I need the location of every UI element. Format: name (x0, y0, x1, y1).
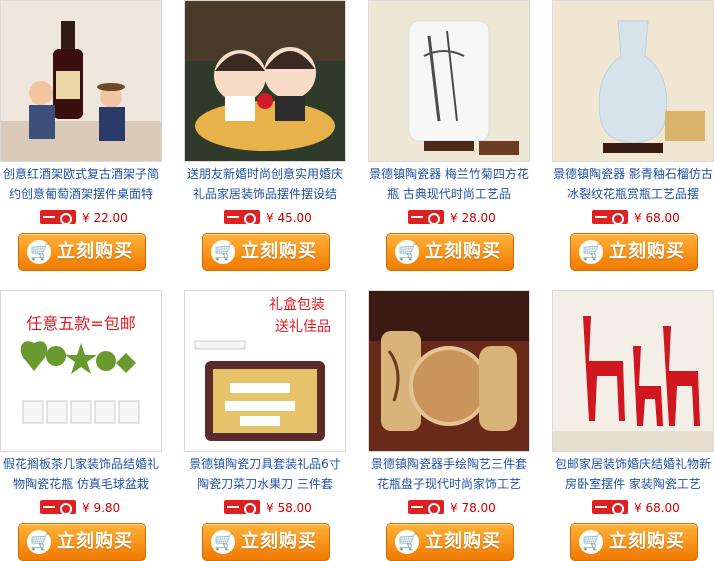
product-price: ¥ 68.00 (634, 501, 680, 515)
product-image[interactable] (368, 0, 530, 162)
promo-text: 任意五款=包邮 (26, 314, 135, 333)
price-row: ¥ 45.00 (184, 209, 346, 227)
buy-now-button[interactable]: 立刻购买 (202, 233, 330, 271)
product-card: 送朋友新婚时尚创意实用婚庆礼品家居装饰品摆件摆设结 ¥ 45.00 立刻购买 (184, 0, 346, 271)
cart-icon (395, 530, 419, 554)
cart-icon (579, 530, 603, 554)
product-image[interactable] (368, 290, 530, 452)
buy-now-button[interactable]: 立刻购买 (570, 233, 698, 271)
product-price: ¥ 22.00 (82, 211, 128, 225)
product-price: ¥ 45.00 (266, 211, 312, 225)
product-title[interactable]: 景德镇陶瓷器 梅兰竹菊四方花瓶 古典现代时尚工艺品 (368, 164, 530, 204)
price-tag-icon (592, 210, 628, 225)
cart-icon (27, 530, 51, 554)
product-card: 礼盒包装 送礼佳品 景德镇陶瓷刀具套装礼品6寸陶瓷刀菜刀水果刀 三件套 ¥ 58… (184, 290, 346, 561)
cart-icon (211, 240, 235, 264)
buy-now-button[interactable]: 立刻购买 (18, 233, 146, 271)
product-image[interactable] (184, 0, 346, 162)
buy-now-label: 立刻购买 (57, 241, 133, 262)
buy-now-label: 立刻购买 (609, 531, 685, 552)
price-row: ¥ 68.00 (552, 499, 714, 517)
price-tag-icon (592, 500, 628, 515)
buy-now-label: 立刻购买 (425, 241, 501, 262)
product-grid: 创意红酒架欧式复古酒架子简约创意葡萄酒架摆件桌面特 ¥ 22.00 立刻购买 (0, 0, 714, 561)
price-tag-icon (40, 210, 76, 225)
product-title[interactable]: 包邮家居装饰婚庆结婚礼物新房卧室摆件 家装陶瓷工艺 (552, 454, 714, 494)
product-image[interactable] (552, 290, 714, 452)
cart-icon (211, 530, 235, 554)
product-card: 任意五款=包邮 假花搁板茶几家装饰品结婚礼物陶瓷花瓶 仿真毛球盆栽 ¥ 9.80… (0, 290, 162, 561)
buy-now-label: 立刻购买 (57, 531, 133, 552)
price-tag-icon (408, 210, 444, 225)
product-title[interactable]: 景德镇陶瓷刀具套装礼品6寸陶瓷刀菜刀水果刀 三件套 (184, 454, 346, 494)
product-title[interactable]: 景德镇陶瓷器手绘陶艺三件套花瓶盘子现代时尚家饰工艺 (368, 454, 530, 494)
gift-text-line2: 送礼佳品 (275, 319, 331, 335)
product-image[interactable] (0, 0, 162, 162)
price-row: ¥ 22.00 (0, 209, 162, 227)
cart-icon (395, 240, 419, 264)
buy-now-label: 立刻购买 (425, 531, 501, 552)
buy-now-label: 立刻购买 (241, 241, 317, 262)
price-tag-icon (408, 500, 444, 515)
cart-icon (579, 240, 603, 264)
product-price: ¥ 28.00 (450, 211, 496, 225)
price-row: ¥ 28.00 (368, 209, 530, 227)
buy-now-button[interactable]: 立刻购买 (570, 523, 698, 561)
gift-text-line1: 礼盒包装 (269, 296, 325, 313)
buy-now-label: 立刻购买 (241, 531, 317, 552)
product-title[interactable]: 创意红酒架欧式复古酒架子简约创意葡萄酒架摆件桌面特 (0, 164, 162, 204)
product-image[interactable] (552, 0, 714, 162)
product-card: 创意红酒架欧式复古酒架子简约创意葡萄酒架摆件桌面特 ¥ 22.00 立刻购买 (0, 0, 162, 271)
price-row: ¥ 68.00 (552, 209, 714, 227)
buy-now-button[interactable]: 立刻购买 (386, 523, 514, 561)
product-image[interactable]: 任意五款=包邮 (0, 290, 162, 452)
price-row: ¥ 58.00 (184, 499, 346, 517)
product-card: 景德镇陶瓷器 梅兰竹菊四方花瓶 古典现代时尚工艺品 ¥ 28.00 立刻购买 (368, 0, 530, 271)
product-title[interactable]: 景德镇陶瓷器 影青釉石榴仿古冰裂纹花瓶赏瓶工艺品摆 (552, 164, 714, 204)
buy-now-button[interactable]: 立刻购买 (386, 233, 514, 271)
product-price: ¥ 58.00 (266, 501, 312, 515)
price-row: ¥ 78.00 (368, 499, 530, 517)
price-row: ¥ 9.80 (0, 499, 162, 517)
product-title[interactable]: 假花搁板茶几家装饰品结婚礼物陶瓷花瓶 仿真毛球盆栽 (0, 454, 162, 494)
product-price: ¥ 9.80 (82, 501, 121, 515)
product-price: ¥ 68.00 (634, 211, 680, 225)
product-title[interactable]: 送朋友新婚时尚创意实用婚庆礼品家居装饰品摆件摆设结 (184, 164, 346, 204)
buy-now-label: 立刻购买 (609, 241, 685, 262)
product-card: 景德镇陶瓷器手绘陶艺三件套花瓶盘子现代时尚家饰工艺 ¥ 78.00 立刻购买 (368, 290, 530, 561)
product-card: 包邮家居装饰婚庆结婚礼物新房卧室摆件 家装陶瓷工艺 ¥ 68.00 立刻购买 (552, 290, 714, 561)
cart-icon (27, 240, 51, 264)
price-tag-icon (224, 500, 260, 515)
price-tag-icon (224, 210, 260, 225)
product-image[interactable]: 礼盒包装 送礼佳品 (184, 290, 346, 452)
buy-now-button[interactable]: 立刻购买 (18, 523, 146, 561)
product-card: 景德镇陶瓷器 影青釉石榴仿古冰裂纹花瓶赏瓶工艺品摆 ¥ 68.00 立刻购买 (552, 0, 714, 271)
buy-now-button[interactable]: 立刻购买 (202, 523, 330, 561)
price-tag-icon (40, 500, 76, 515)
product-price: ¥ 78.00 (450, 501, 496, 515)
